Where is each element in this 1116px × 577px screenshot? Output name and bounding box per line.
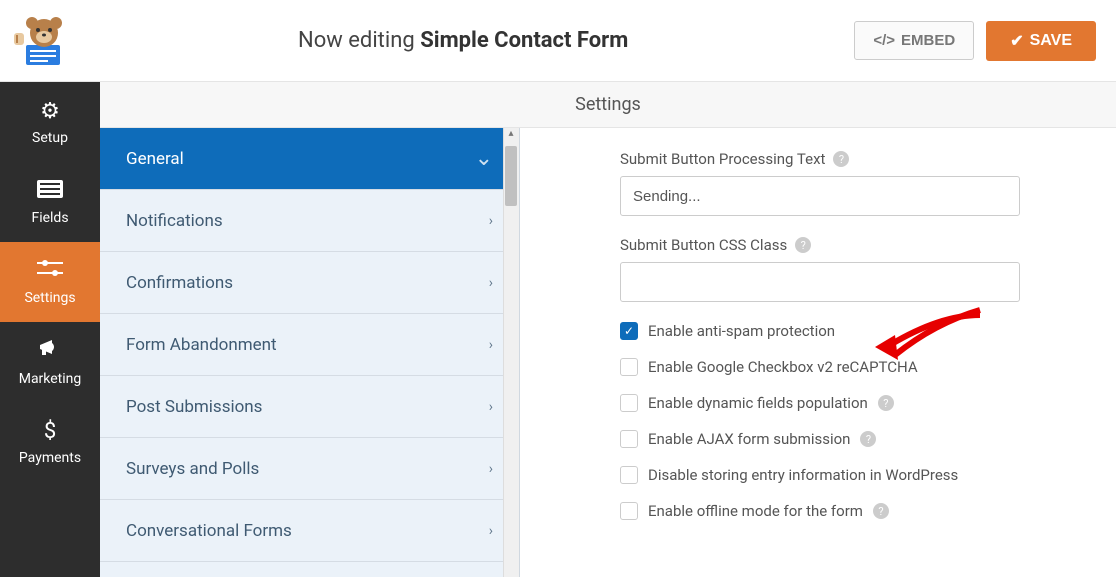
submenu-general-label: General [126,149,184,169]
settings-submenu: General Notifications Confirmations Form… [100,128,520,577]
check-ajax-label: Enable AJAX form submission [648,430,850,448]
rail-item-fields[interactable]: Fields [0,162,100,242]
help-icon[interactable]: ? [795,237,811,253]
submenu-surveys-polls-label: Surveys and Polls [126,459,259,479]
checkbox-icon[interactable] [620,430,638,448]
panel-title: Settings [100,82,1116,128]
editing-title: Now editing Simple Contact Form [72,28,854,53]
chevron-down-icon [475,146,493,171]
rail-label-settings: Settings [24,290,75,306]
chevron-right-icon [489,337,493,353]
submenu-form-abandonment-label: Form Abandonment [126,335,277,355]
check-offline-label: Enable offline mode for the form [648,502,863,520]
checkbox-icon[interactable] [620,502,638,520]
chevron-right-icon [489,213,493,229]
rail-item-setup[interactable]: ⚙ Setup [0,82,100,162]
help-icon[interactable]: ? [833,151,849,167]
css-class-input[interactable] [620,262,1020,302]
submenu-conversational-label: Conversational Forms [126,521,292,541]
rail-item-payments[interactable]: $ Payments [0,402,100,482]
check-ajax[interactable]: Enable AJAX form submission ? [620,430,1076,448]
rail-label-payments: Payments [19,450,81,466]
gear-icon: ⚙ [40,99,60,124]
rail-label-marketing: Marketing [19,371,82,387]
embed-button[interactable]: </> EMBED [854,21,974,60]
submenu-post-submissions[interactable]: Post Submissions [100,376,519,438]
save-button-label: SAVE [1030,32,1072,50]
rail-item-settings[interactable]: Settings [0,242,100,322]
settings-content: Submit Button Processing Text ? Submit B… [520,128,1116,577]
check-antispam-label: Enable anti-spam protection [648,322,835,340]
checkbox-icon[interactable]: ✓ [620,322,638,340]
check-disable-storing[interactable]: Disable storing entry information in Wor… [620,466,1076,484]
editing-prefix: Now editing [298,28,420,53]
submenu-confirmations[interactable]: Confirmations [100,252,519,314]
submenu-notifications[interactable]: Notifications [100,190,519,252]
rail-label-fields: Fields [31,210,68,226]
panel-title-text: Settings [575,94,641,115]
check-dynamic[interactable]: Enable dynamic fields population ? [620,394,1076,412]
chevron-right-icon [489,399,493,415]
check-antispam[interactable]: ✓ Enable anti-spam protection [620,322,1076,340]
chevron-right-icon [489,461,493,477]
css-class-label: Submit Button CSS Class ? [620,236,1076,254]
chevron-right-icon [489,275,493,291]
help-icon[interactable]: ? [873,503,889,519]
left-rail: ⚙ Setup Fields Settings Marketing $ Paym… [0,82,100,577]
scrollbar-thumb[interactable] [505,146,517,206]
scrollbar-up-icon[interactable]: ▴ [503,128,519,144]
top-bar: Now editing Simple Contact Form </> EMBE… [0,0,1116,82]
dollar-icon: $ [44,419,56,444]
submenu-conversational[interactable]: Conversational Forms [100,500,519,562]
checkbox-icon[interactable] [620,466,638,484]
submenu-confirmations-label: Confirmations [126,273,233,293]
submenu-post-submissions-label: Post Submissions [126,397,262,417]
bullhorn-icon [38,337,62,365]
help-icon[interactable]: ? [860,431,876,447]
code-icon: </> [873,32,895,49]
check-recaptcha[interactable]: Enable Google Checkbox v2 reCAPTCHA [620,358,1076,376]
submenu-general[interactable]: General [100,128,519,190]
check-icon: ✔ [1010,31,1023,51]
submenu-form-abandonment[interactable]: Form Abandonment [100,314,519,376]
embed-button-label: EMBED [901,32,955,49]
checkbox-icon[interactable] [620,358,638,376]
processing-text-label: Submit Button Processing Text ? [620,150,1076,168]
submenu-notifications-label: Notifications [126,211,223,231]
check-offline[interactable]: Enable offline mode for the form ? [620,502,1076,520]
submenu-surveys-polls[interactable]: Surveys and Polls [100,438,519,500]
processing-text-input[interactable] [620,176,1020,216]
rail-label-setup: Setup [32,130,68,146]
rail-item-marketing[interactable]: Marketing [0,322,100,402]
scrollbar[interactable]: ▴ [503,128,519,577]
save-button[interactable]: ✔ SAVE [986,21,1096,61]
help-icon[interactable]: ? [878,395,894,411]
check-disable-storing-label: Disable storing entry information in Wor… [648,466,958,484]
check-recaptcha-label: Enable Google Checkbox v2 reCAPTCHA [648,358,918,376]
list-icon [37,179,63,204]
form-name: Simple Contact Form [420,28,628,53]
checkbox-icon[interactable] [620,394,638,412]
sliders-icon [37,258,63,284]
app-logo [12,13,72,68]
chevron-right-icon [489,523,493,539]
check-dynamic-label: Enable dynamic fields population [648,394,868,412]
